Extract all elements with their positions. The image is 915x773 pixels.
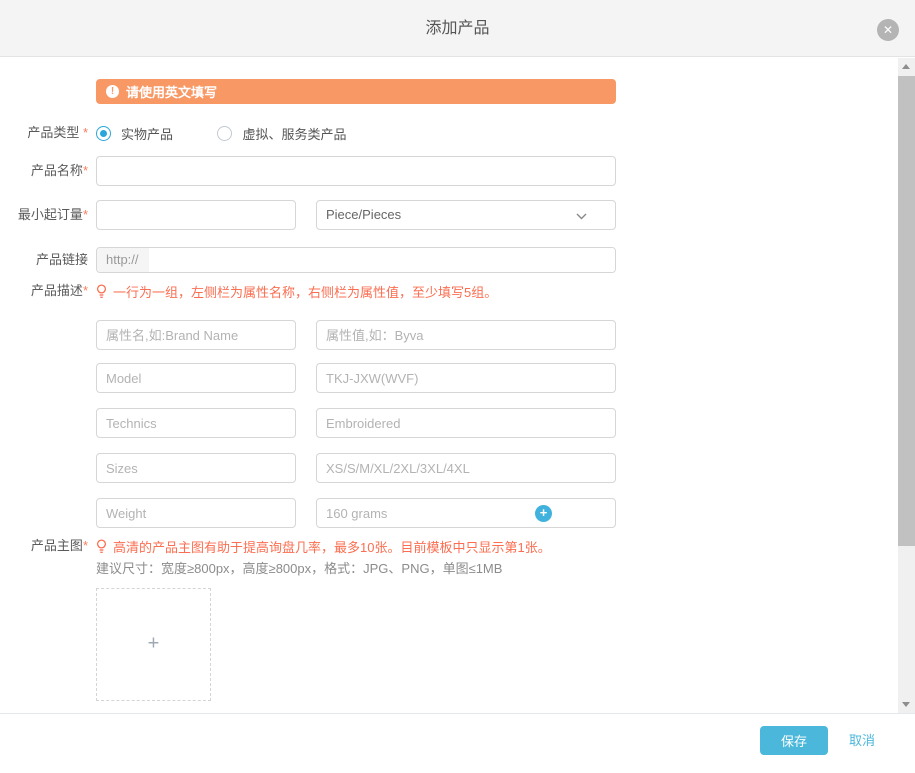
cancel-button[interactable]: 取消	[849, 726, 875, 755]
radio-selected-icon	[96, 126, 111, 141]
info-icon: !	[106, 85, 119, 98]
moq-row: 最小起订量* Piece/Pieces	[0, 200, 660, 230]
moq-unit-value: Piece/Pieces	[326, 207, 401, 222]
required-mark: *	[83, 207, 88, 222]
scroll-down-button[interactable]	[898, 696, 915, 713]
attribute-row	[0, 408, 660, 438]
product-link-row: 产品链接 http://	[0, 247, 660, 273]
dialog-header: 添加产品 ✕	[0, 0, 915, 57]
image-upload-dropzone[interactable]: +	[96, 588, 211, 701]
lightbulb-icon	[96, 539, 107, 554]
scroll-up-button[interactable]	[898, 58, 915, 75]
product-name-field	[96, 156, 616, 186]
product-link-input-wrap: http://	[96, 247, 616, 273]
product-type-row: 产品类型 * 实物产品 虚拟、服务类产品	[0, 118, 660, 148]
radio-physical-product[interactable]: 实物产品	[96, 118, 173, 148]
radio-virtual-label: 虚拟、服务类产品	[242, 124, 346, 143]
required-mark: *	[83, 163, 88, 178]
attribute-row	[0, 363, 660, 393]
required-mark: *	[83, 283, 88, 298]
main-image-subhint-text: 建议尺寸：宽度≥800px，高度≥800px，格式：JPG、PNG，单图≤1MB	[96, 558, 502, 577]
product-type-field: 实物产品 虚拟、服务类产品	[96, 118, 386, 148]
product-desc-hint-text: 一行为一组，左侧栏为属性名称，右侧栏为属性值，至少填写5组。	[113, 282, 497, 301]
radio-unselected-icon	[217, 126, 232, 141]
vertical-scrollbar	[898, 58, 915, 713]
main-image-hint: 高清的产品主图有助于提高询盘几率，最多10张。目前模板中只显示第1张。	[96, 537, 551, 555]
attr-name-input-1[interactable]	[96, 320, 296, 350]
url-prefix: http://	[97, 248, 149, 272]
radio-physical-label: 实物产品	[121, 124, 173, 143]
plus-icon: +	[540, 505, 548, 520]
attr-value-input-1[interactable]	[316, 320, 616, 350]
add-product-dialog: 添加产品 ✕ ! 请使用英文填写 产品类型 * 实物产品 虚拟、服务类产品	[0, 0, 915, 773]
main-image-hint-text: 高清的产品主图有助于提高询盘几率，最多10张。目前模板中只显示第1张。	[113, 537, 551, 556]
attr-name-input-2[interactable]	[96, 363, 296, 393]
required-mark: *	[79, 125, 88, 140]
close-icon: ✕	[883, 23, 893, 37]
product-desc-row: 产品描述* 一行为一组，左侧栏为属性名称，右侧栏为属性值，至少填写5组。	[0, 282, 660, 300]
radio-virtual-product[interactable]: 虚拟、服务类产品	[217, 118, 346, 148]
required-mark: *	[83, 538, 88, 553]
product-name-row: 产品名称*	[0, 156, 660, 186]
attribute-row	[0, 320, 660, 350]
product-desc-label: 产品描述*	[0, 282, 88, 300]
attr-name-input-5[interactable]	[96, 498, 296, 528]
attr-value-input-3[interactable]	[316, 408, 616, 438]
attr-name-input-4[interactable]	[96, 453, 296, 483]
attr-name-input-3[interactable]	[96, 408, 296, 438]
moq-quantity-input[interactable]	[96, 200, 296, 230]
product-link-label: 产品链接	[0, 247, 88, 273]
product-name-label: 产品名称*	[0, 156, 88, 186]
scroll-down-icon	[902, 702, 910, 707]
dialog-body: ! 请使用英文填写 产品类型 * 实物产品 虚拟、服务类产品 产品名称*	[0, 58, 915, 713]
close-button[interactable]: ✕	[877, 19, 899, 41]
main-image-label: 产品主图*	[0, 537, 88, 555]
main-image-row: 产品主图* 高清的产品主图有助于提高询盘几率，最多10张。目前模板中只显示第1张…	[0, 537, 660, 555]
scrollbar-thumb[interactable]	[898, 76, 915, 546]
english-notice-banner: ! 请使用英文填写	[96, 79, 616, 104]
product-link-input[interactable]	[149, 248, 615, 272]
moq-label: 最小起订量*	[0, 200, 88, 230]
product-desc-hint: 一行为一组，左侧栏为属性名称，右侧栏为属性值，至少填写5组。	[96, 282, 497, 300]
lightbulb-icon	[96, 284, 107, 299]
upload-plus-icon: +	[97, 632, 210, 655]
product-type-label: 产品类型 *	[0, 118, 88, 148]
banner-text: 请使用英文填写	[126, 82, 217, 101]
moq-field	[96, 200, 296, 230]
scroll-up-icon	[902, 64, 910, 69]
dialog-footer: 保存 取消	[0, 713, 915, 773]
attribute-row	[0, 453, 660, 483]
save-button[interactable]: 保存	[760, 726, 828, 755]
product-link-field: http://	[96, 247, 616, 273]
attribute-row: +	[0, 498, 660, 528]
moq-unit-select[interactable]: Piece/Pieces	[316, 200, 616, 230]
attr-value-input-5[interactable]	[316, 498, 616, 528]
add-attribute-row-button[interactable]: +	[535, 505, 552, 522]
attr-value-input-2[interactable]	[316, 363, 616, 393]
chevron-down-icon	[576, 213, 587, 220]
product-name-input[interactable]	[96, 156, 616, 186]
attr-value-input-4[interactable]	[316, 453, 616, 483]
dialog-title: 添加产品	[0, 0, 915, 57]
main-image-subhint-row: 建议尺寸：宽度≥800px，高度≥800px，格式：JPG、PNG，单图≤1MB	[0, 558, 660, 576]
